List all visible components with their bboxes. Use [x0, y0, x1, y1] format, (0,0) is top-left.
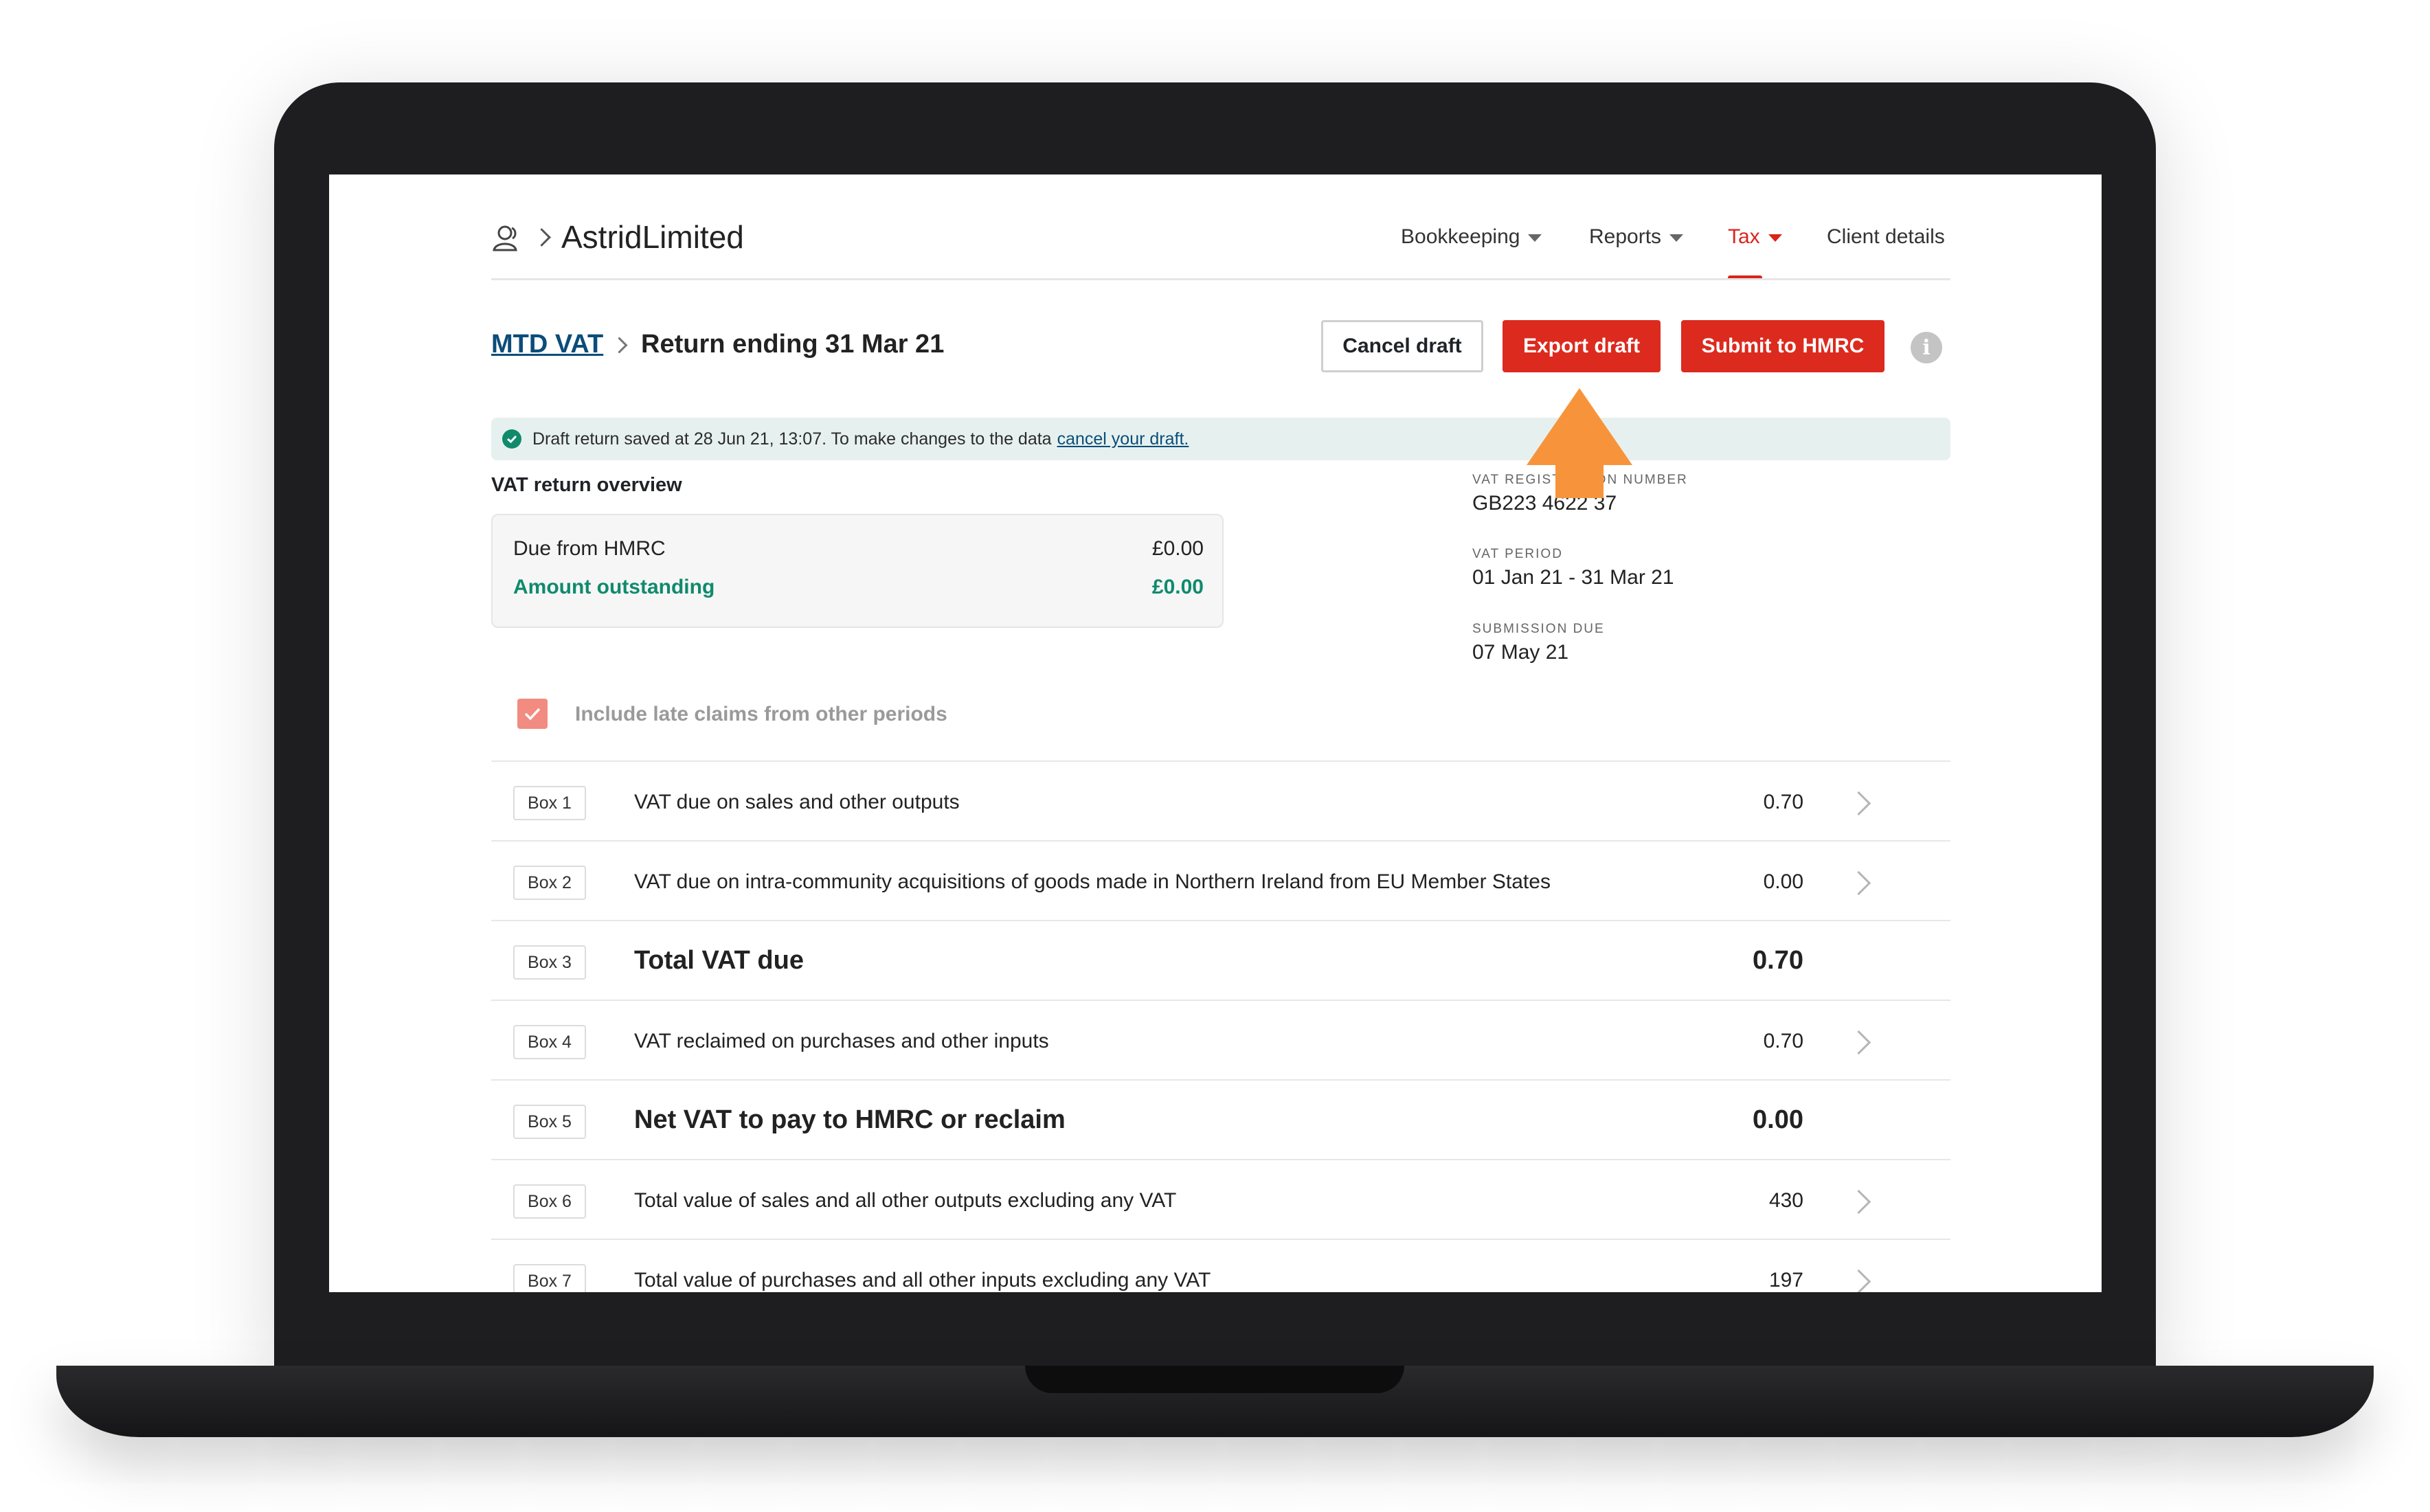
box-tag: Box 7: [513, 1264, 586, 1292]
box-5-value: 0.00: [1753, 1105, 1803, 1134]
box-4-value: 0.70: [1763, 1030, 1803, 1052]
overview-card: [491, 514, 1224, 628]
late-claims-label: Include late claims from other periods: [575, 703, 947, 725]
nav-client-details[interactable]: Client details: [1827, 225, 1945, 249]
box-tag: Box 1: [513, 786, 586, 820]
header-divider: [491, 278, 1950, 280]
chevron-right-icon[interactable]: [1846, 1269, 1871, 1292]
nav-tax-label: Tax: [1728, 225, 1760, 248]
chevron-right-icon: [532, 228, 551, 247]
amount-outstanding-label: Amount outstanding: [513, 576, 715, 598]
nav-reports-label: Reports: [1589, 225, 1662, 248]
caret-down-icon: [1768, 234, 1782, 242]
box-tag: Box 5: [513, 1105, 586, 1139]
chevron-right-icon[interactable]: [1846, 1189, 1871, 1215]
box-1-description: VAT due on sales and other outputs: [634, 791, 960, 813]
box-6-value: 430: [1768, 1189, 1803, 1212]
box-7-value: 197: [1768, 1269, 1803, 1291]
box-5-description: Net VAT to pay to HMRC or reclaim: [634, 1105, 1066, 1134]
banner-text: Draft return saved at 28 Jun 21, 13:07. …: [532, 429, 1052, 449]
chevron-right-icon: [611, 337, 628, 354]
info-icon[interactable]: i: [1911, 332, 1942, 363]
draft-saved-banner: Draft return saved at 28 Jun 21, 13:07. …: [491, 418, 1950, 460]
company-name: AstridLimited: [561, 219, 744, 255]
breadcrumb-mtd-vat-link[interactable]: MTD VAT: [491, 330, 603, 359]
box-tag: Box 3: [513, 945, 586, 980]
box-4-description: VAT reclaimed on purchases and other inp…: [634, 1030, 1049, 1052]
row-divider: [491, 920, 1950, 921]
due-from-hmrc-value: £0.00: [1151, 537, 1204, 560]
nav-tax[interactable]: Tax: [1728, 225, 1782, 249]
arrow-up-icon: [1527, 388, 1632, 498]
page-title: Return ending 31 Mar 21: [641, 330, 945, 359]
submission-due-label: SUBMISSION DUE: [1472, 622, 1605, 636]
box-1-value: 0.70: [1763, 791, 1803, 813]
row-divider: [491, 1079, 1950, 1081]
box-7-description: Total value of purchases and all other i…: [634, 1269, 1211, 1291]
chevron-right-icon[interactable]: [1846, 870, 1871, 896]
row-divider: [491, 1159, 1950, 1160]
nav-bookkeeping-label: Bookkeeping: [1401, 225, 1520, 248]
laptop-notch: [1025, 1366, 1404, 1393]
cancel-draft-link[interactable]: cancel your draft.: [1057, 429, 1189, 449]
box-3-value: 0.70: [1753, 946, 1803, 975]
export-draft-button[interactable]: Export draft: [1503, 320, 1661, 372]
chevron-right-icon[interactable]: [1846, 1030, 1871, 1055]
client-icon[interactable]: [491, 223, 523, 254]
caret-down-icon: [1669, 234, 1684, 242]
box-tag: Box 4: [513, 1025, 586, 1059]
row-divider: [491, 1239, 1950, 1240]
nav-bookkeeping[interactable]: Bookkeeping: [1401, 225, 1542, 249]
row-divider: [491, 760, 1950, 762]
box-tag: Box 6: [513, 1184, 586, 1219]
caret-down-icon: [1528, 234, 1542, 242]
check-circle-icon: [502, 429, 521, 449]
box-2-description: VAT due on intra-community acquisitions …: [634, 870, 1551, 893]
box-3-description: Total VAT due: [634, 946, 804, 975]
nav-reports[interactable]: Reports: [1589, 225, 1684, 249]
amount-outstanding-value: £0.00: [1151, 576, 1204, 598]
box-tag: Box 2: [513, 866, 586, 900]
late-claims-checkbox[interactable]: [517, 699, 548, 729]
submit-to-hmrc-button[interactable]: Submit to HMRC: [1681, 320, 1885, 372]
chevron-right-icon[interactable]: [1846, 791, 1871, 816]
nav-client-details-label: Client details: [1827, 225, 1945, 248]
row-divider: [491, 840, 1950, 842]
due-from-hmrc-label: Due from HMRC: [513, 537, 666, 560]
overview-title: VAT return overview: [491, 474, 682, 496]
box-2-value: 0.00: [1763, 870, 1803, 893]
box-6-description: Total value of sales and all other outpu…: [634, 1189, 1177, 1212]
vat-period-label: VAT PERIOD: [1472, 547, 1563, 561]
vat-period-value: 01 Jan 21 - 31 Mar 21: [1472, 566, 1674, 589]
app-screen: AstridLimited Bookkeeping Reports Tax Cl…: [329, 174, 2102, 1292]
cancel-draft-button[interactable]: Cancel draft: [1321, 320, 1483, 372]
row-divider: [491, 1000, 1950, 1001]
submission-due-value: 07 May 21: [1472, 641, 1569, 664]
